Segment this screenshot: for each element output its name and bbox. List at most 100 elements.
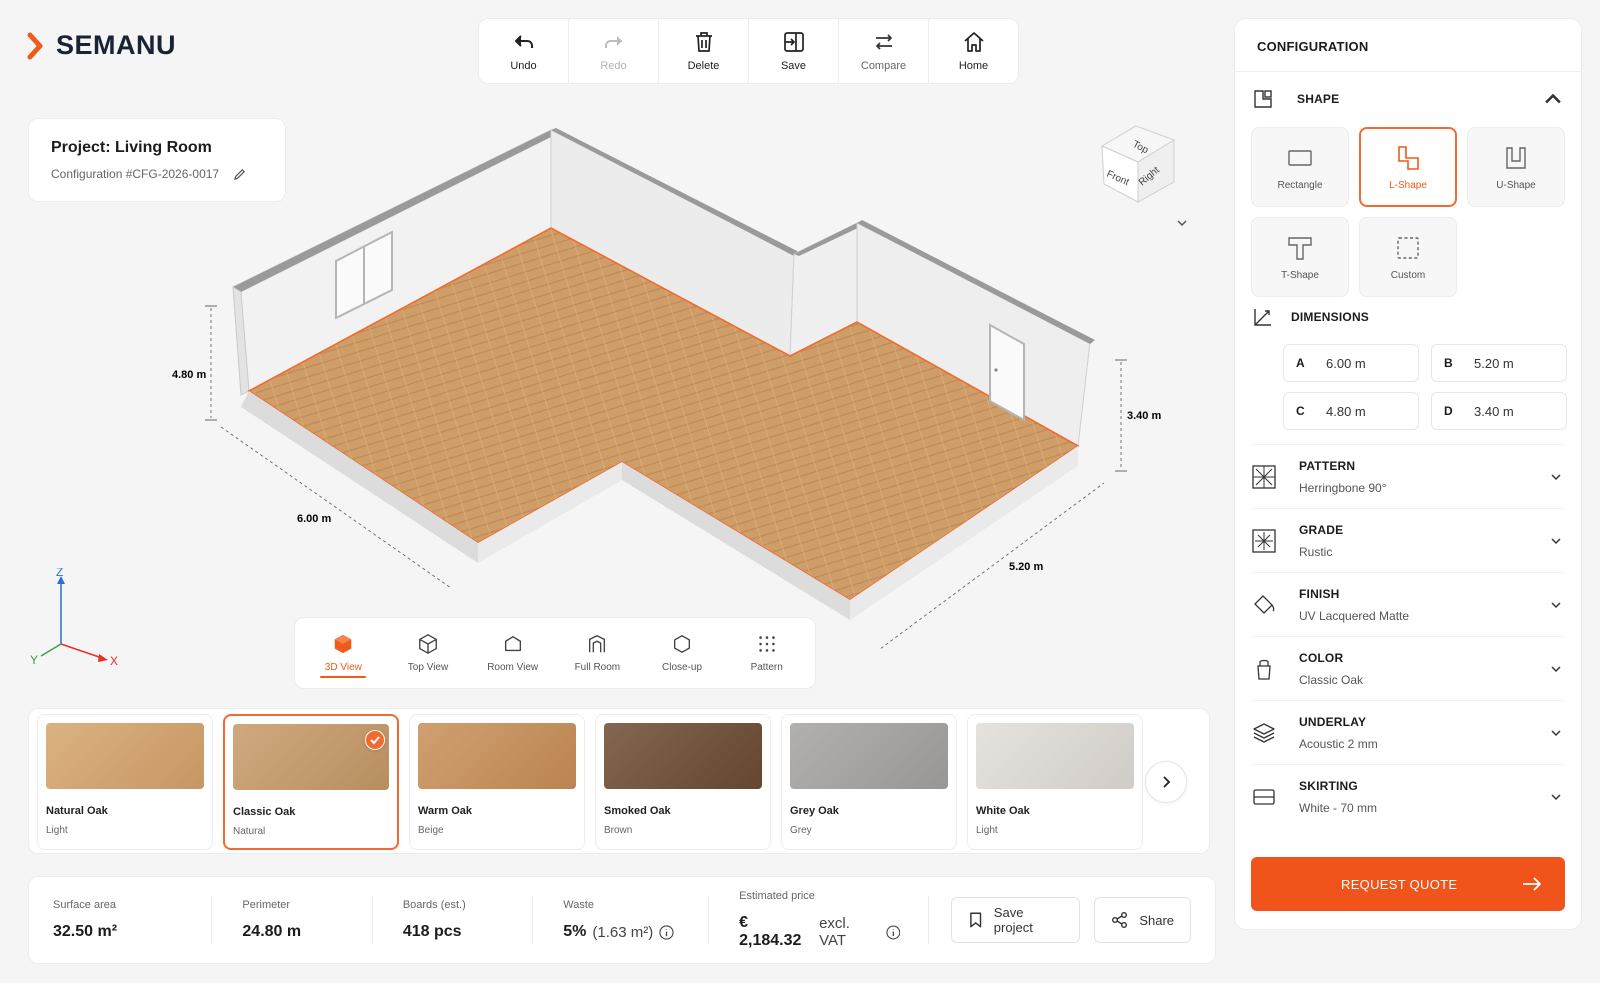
request-quote-label: REQUEST QUOTE [1341, 876, 1458, 892]
axis-gizmo: Z X Y [30, 568, 118, 668]
carousel-next-button[interactable] [1145, 761, 1187, 803]
view-mode-room[interactable]: Room View [470, 618, 555, 688]
view-mode-full-room[interactable]: Full Room [555, 618, 640, 688]
stat-value: 418 pcs [402, 923, 462, 940]
undo-label: Undo [510, 60, 537, 72]
grade-icon [1252, 528, 1276, 553]
dimension-value: 4.80 m [1326, 403, 1366, 419]
stat-label: Surface area [53, 899, 116, 911]
grade-title: GRADE [1299, 522, 1344, 537]
delete-button[interactable]: Delete [659, 19, 749, 83]
material-card[interactable]: Warm Oak Beige [409, 714, 585, 850]
shape-section-header[interactable]: SHAPE [1251, 87, 1565, 111]
skirting-section[interactable]: SKIRTING White - 70 mm [1251, 765, 1565, 829]
dimension-value: 3.40 m [1474, 403, 1514, 419]
stat-label: Estimated price [739, 890, 815, 902]
view-mode-room-label: Room View [487, 662, 539, 673]
home-label: Home [958, 60, 989, 72]
room-3d-viewport[interactable]: 4.80 m 6.00 m 5.20 m 3.40 m [150, 120, 1180, 650]
l-shape-icon [1398, 145, 1419, 170]
chevron-down-icon [1551, 665, 1561, 672]
brand-logo[interactable]: SEMANU [26, 30, 176, 61]
chevron-down-icon [1551, 794, 1561, 801]
view-mode-full-room-label: Full Room [574, 662, 621, 673]
view-mode-3d[interactable]: 3D View [301, 618, 386, 688]
stat-boards: Boards (est.) 418 pcs [402, 896, 534, 944]
underlay-title: UNDERLAY [1299, 714, 1367, 729]
view-mode-top[interactable]: Top View [386, 618, 471, 688]
compare-icon [875, 34, 892, 50]
axis-y-label: Y [30, 653, 38, 667]
share-button[interactable]: Share [1094, 897, 1192, 943]
save-project-button[interactable]: Save project [951, 897, 1081, 943]
color-drop-icon [1257, 659, 1271, 680]
cube-solid-icon [335, 634, 352, 654]
redo-button[interactable]: Redo [569, 19, 659, 83]
pattern-grid-icon [758, 636, 775, 652]
material-tone: Brown [604, 825, 633, 836]
color-section[interactable]: COLOR Classic Oak [1251, 637, 1565, 701]
info-icon[interactable] [886, 925, 901, 940]
pattern-section[interactable]: PATTERN Herringbone 90° [1251, 445, 1565, 509]
material-card[interactable]: Smoked Oak Brown [595, 714, 771, 850]
chevron-down-icon [1551, 729, 1561, 736]
dimension-value: 6.00 m [1326, 355, 1366, 371]
configuration-title: CONFIGURATION [1257, 39, 1369, 54]
stat-waste: Waste 5% (1.63 m²) [563, 896, 710, 944]
home-button[interactable]: Home [929, 19, 1018, 83]
view-mode-close-up[interactable]: Close-up [640, 618, 725, 688]
shape-l-shape[interactable]: L-Shape [1359, 127, 1457, 207]
material-card[interactable]: White Oak Light [967, 714, 1143, 850]
shape-custom[interactable]: Custom [1359, 217, 1457, 297]
shape-custom-label: Custom [1390, 269, 1426, 281]
finish-value: UV Lacquered Matte [1299, 608, 1410, 623]
undo-button[interactable]: Undo [479, 19, 569, 83]
dimension-field-a[interactable]: A 6.00 m [1283, 344, 1419, 382]
shape-rectangle[interactable]: Rectangle [1251, 127, 1349, 207]
view-cube-dropdown-icon[interactable] [1176, 218, 1188, 228]
underlay-section[interactable]: UNDERLAY Acoustic 2 mm [1251, 701, 1565, 765]
request-quote-button[interactable]: REQUEST QUOTE [1251, 857, 1565, 911]
underlay-value: Acoustic 2 mm [1299, 736, 1378, 751]
material-name: White Oak [976, 805, 1030, 817]
material-card[interactable]: Grey Oak Grey [781, 714, 957, 850]
shape-t-shape[interactable]: T-Shape [1251, 217, 1349, 297]
compare-button[interactable]: Compare [839, 19, 929, 83]
hexagon-icon [673, 634, 691, 654]
pattern-icon [1252, 464, 1276, 489]
view-mode-top-label: Top View [407, 662, 449, 673]
grade-section[interactable]: GRADE Rustic [1251, 509, 1565, 573]
compare-label: Compare [860, 60, 907, 72]
info-icon[interactable] [659, 924, 674, 940]
view-mode-pattern[interactable]: Pattern [724, 618, 809, 688]
shape-u-shape[interactable]: U-Shape [1467, 127, 1565, 207]
dimension-field-c[interactable]: C 4.80 m [1283, 392, 1419, 430]
finish-title: FINISH [1299, 586, 1340, 601]
chevron-down-icon [1551, 537, 1561, 544]
material-tone: Light [976, 825, 998, 836]
save-button[interactable]: Save [749, 19, 839, 83]
dimension-key: B [1444, 356, 1453, 370]
skirting-icon [1253, 789, 1275, 805]
stat-value: 32.50 m² [53, 923, 118, 940]
selected-check-icon [365, 730, 385, 750]
grade-value: Rustic [1299, 544, 1333, 559]
bookmark-icon [970, 912, 982, 928]
finish-section[interactable]: FINISH UV Lacquered Matte [1251, 573, 1565, 637]
material-card[interactable]: Classic Oak Natural [223, 714, 399, 850]
custom-shape-icon [1397, 236, 1419, 259]
material-swatch [604, 723, 762, 789]
save-label: Save [780, 60, 807, 72]
dimension-field-d[interactable]: D 3.40 m [1431, 392, 1567, 430]
material-card[interactable]: Natural Oak Light [37, 714, 213, 850]
stat-label: Boards (est.) [402, 899, 466, 911]
material-name: Classic Oak [233, 806, 296, 818]
dim-label-left-height: 4.80 m [172, 369, 206, 381]
chevron-right-icon [1163, 776, 1171, 788]
dimension-field-b[interactable]: B 5.20 m [1431, 344, 1567, 382]
summary-stats-bar: Surface area 32.50 m² Perimeter 24.80 m … [28, 876, 1216, 964]
dimensions-icon [1254, 309, 1271, 326]
view-cube[interactable]: Top Front Right [1098, 122, 1182, 208]
skirting-value: White - 70 mm [1299, 801, 1378, 815]
dimension-key: C [1296, 404, 1305, 418]
